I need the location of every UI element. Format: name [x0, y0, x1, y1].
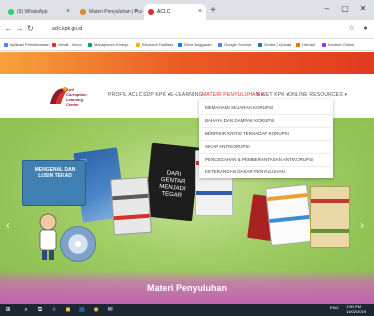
- reload-icon[interactable]: ↻: [25, 23, 36, 35]
- book-mengenal: MENGENAL DAN LUSIN TEKAD: [22, 160, 86, 206]
- mail-icon[interactable]: ✉: [106, 306, 114, 314]
- dvd-disc: [60, 226, 96, 262]
- tab-title: (9) WhatsApp: [17, 9, 48, 15]
- bookmark-icon: [218, 42, 222, 47]
- bookmark-label: Google Scholar: [224, 42, 252, 47]
- bookmark-label: Scribd | Upload: [264, 42, 292, 47]
- nav-sdp-kpk[interactable]: SDP KPK ▾: [143, 92, 170, 98]
- address-bar[interactable]: aclc.kpk.go.id: [44, 23, 340, 36]
- dropdown-item[interactable]: PENCEGAHAN & PEMBERANTASAN ANTIKORUPSI: [205, 154, 313, 166]
- site-favicon-icon: [80, 9, 86, 15]
- windows-start-icon[interactable]: ⊞: [4, 306, 12, 314]
- book-title: DARI GENTAR MENJADI TEGAR: [158, 170, 186, 200]
- file-explorer-icon[interactable]: ◼: [64, 306, 72, 314]
- bookmark-item[interactable]: Drive Anggaran: [178, 41, 212, 49]
- nav-riset-kpk[interactable]: RISET KPK ▾: [257, 92, 289, 98]
- close-tab-icon[interactable]: ×: [198, 4, 202, 20]
- slide-caption: Materi Penyuluhan: [146, 283, 227, 293]
- site-top-banner: [0, 52, 374, 74]
- url-text: aclc.kpk.go.id: [52, 26, 83, 32]
- tab-title: ACLC: [157, 9, 171, 15]
- book-illustrated: [310, 186, 350, 248]
- bookmark-icon: [258, 42, 262, 47]
- bookmark-item[interactable]: Scribd | Upload: [258, 41, 291, 49]
- nav-materi-penyuluhan[interactable]: MATERI PENYULUHAN ▾: [202, 92, 264, 98]
- search-icon[interactable]: ⌕: [22, 306, 30, 314]
- star-icon[interactable]: ☆: [346, 23, 357, 35]
- logo-line: Center: [66, 102, 79, 107]
- close-tab-icon[interactable]: ×: [134, 4, 138, 20]
- slider-next-arrow[interactable]: ›: [360, 218, 364, 232]
- minimize-button[interactable]: –: [318, 2, 336, 16]
- book-grey: [110, 176, 152, 236]
- bookmark-icon: [52, 42, 56, 47]
- bookmark-label: Ekonomi Fasilitas: [142, 42, 174, 47]
- bookmark-item[interactable]: Manajemen Kinerja: [88, 41, 128, 49]
- bookmark-label: Drive Anggaran: [184, 42, 212, 47]
- windows-taskbar: ⊞ ⌕ ⧉ e ◼ ▤ ◉ ✉ ENG 1:50 PM 14/02/2019: [0, 304, 374, 316]
- book-dari-gentar: DARI GENTAR MENJADI TEGAR: [144, 142, 200, 222]
- browser-toolbar: ← → ↻ aclc.kpk.go.id ☆ ●: [0, 20, 374, 39]
- bookmark-label: Aplikasi Pemeliharaan: [10, 42, 50, 47]
- bookmark-item[interactable]: Literasi: [296, 41, 315, 49]
- dropdown-item[interactable]: BERPIKIR KRITIS TERHADAP KORUPSI: [205, 128, 289, 140]
- aclc-favicon-icon: [148, 9, 154, 15]
- dropdown-item[interactable]: MEMAHAMI SEJARAH KORUPSI: [205, 102, 273, 114]
- clock-date[interactable]: 14/02/2019: [346, 310, 366, 314]
- browser-tab-whatsapp[interactable]: (9) WhatsApp ×: [4, 4, 74, 20]
- bookmark-icon: [88, 42, 92, 47]
- cartoon-character-icon: [39, 213, 57, 260]
- book-comic: [265, 183, 313, 247]
- bookmark-item[interactable]: Intranet Online: [322, 41, 354, 49]
- bookmark-icon: [178, 42, 182, 47]
- bookmark-icon: [322, 42, 326, 47]
- bookmark-icon: [4, 42, 8, 47]
- bookmarks-bar: Aplikasi Pemeliharaan Gmail - Inbox Mana…: [0, 39, 374, 51]
- slider-prev-arrow[interactable]: ‹: [6, 218, 10, 232]
- browser-tab-materi[interactable]: Materi Penyuluhan | Pusat Edukasi… ×: [76, 4, 142, 20]
- profile-icon[interactable]: ●: [360, 23, 371, 35]
- bookmark-label: Intranet Online: [328, 42, 355, 47]
- materi-penyuluhan-dropdown: MEMAHAMI SEJARAH KORUPSI BAHAYA DAN DAMP…: [199, 99, 333, 178]
- maximize-button[interactable]: ▢: [336, 2, 354, 16]
- browser-tabstrip: (9) WhatsApp × Materi Penyuluhan | Pusat…: [0, 0, 374, 20]
- whatsapp-favicon-icon: [8, 9, 14, 15]
- bookmark-item[interactable]: Google Scholar: [218, 41, 252, 49]
- bookmark-item[interactable]: Gmail - Inbox: [52, 41, 82, 49]
- nav-online-resources[interactable]: ONLINE RESOURCES ▾: [288, 92, 347, 98]
- bookmark-label: Literasi: [302, 42, 315, 47]
- dropdown-item[interactable]: SIKAP ANTIKORUPSI: [205, 141, 250, 153]
- language-indicator[interactable]: ENG: [330, 306, 339, 310]
- close-window-button[interactable]: ✕: [354, 2, 372, 16]
- logo-text: Anti Corruption Learning Center: [66, 87, 87, 107]
- browser-tab-aclc[interactable]: ACLC ×: [144, 4, 206, 20]
- forward-arrow-icon[interactable]: →: [14, 23, 25, 35]
- new-tab-button[interactable]: +: [206, 4, 220, 18]
- nav-profil-aclc[interactable]: PROFIL ACLC: [108, 92, 143, 98]
- close-tab-icon[interactable]: ×: [66, 4, 70, 20]
- store-icon[interactable]: ▤: [78, 306, 86, 314]
- bookmark-label: Gmail - Inbox: [58, 42, 82, 47]
- bookmark-label: Manajemen Kinerja: [94, 42, 129, 47]
- nav-e-learning[interactable]: E-LEARNING: [170, 92, 203, 98]
- bookmark-item[interactable]: Aplikasi Pemeliharaan: [4, 41, 50, 49]
- back-arrow-icon[interactable]: ←: [3, 23, 14, 35]
- bookmark-icon: [136, 42, 140, 47]
- bookmark-icon: [296, 42, 300, 47]
- bookmark-item[interactable]: Ekonomi Fasilitas: [136, 41, 173, 49]
- chrome-icon[interactable]: ◉: [92, 306, 100, 314]
- dropdown-item[interactable]: BAHAYA DAN DAMPAK KORUPSI: [205, 115, 275, 127]
- book-title: MENGENAL DAN LUSIN TEKAD: [34, 167, 76, 179]
- edge-icon[interactable]: e: [50, 306, 58, 314]
- task-view-icon[interactable]: ⧉: [36, 306, 44, 314]
- dropdown-item[interactable]: KETERANGAN DASAR PENYULUHAN: [205, 166, 285, 178]
